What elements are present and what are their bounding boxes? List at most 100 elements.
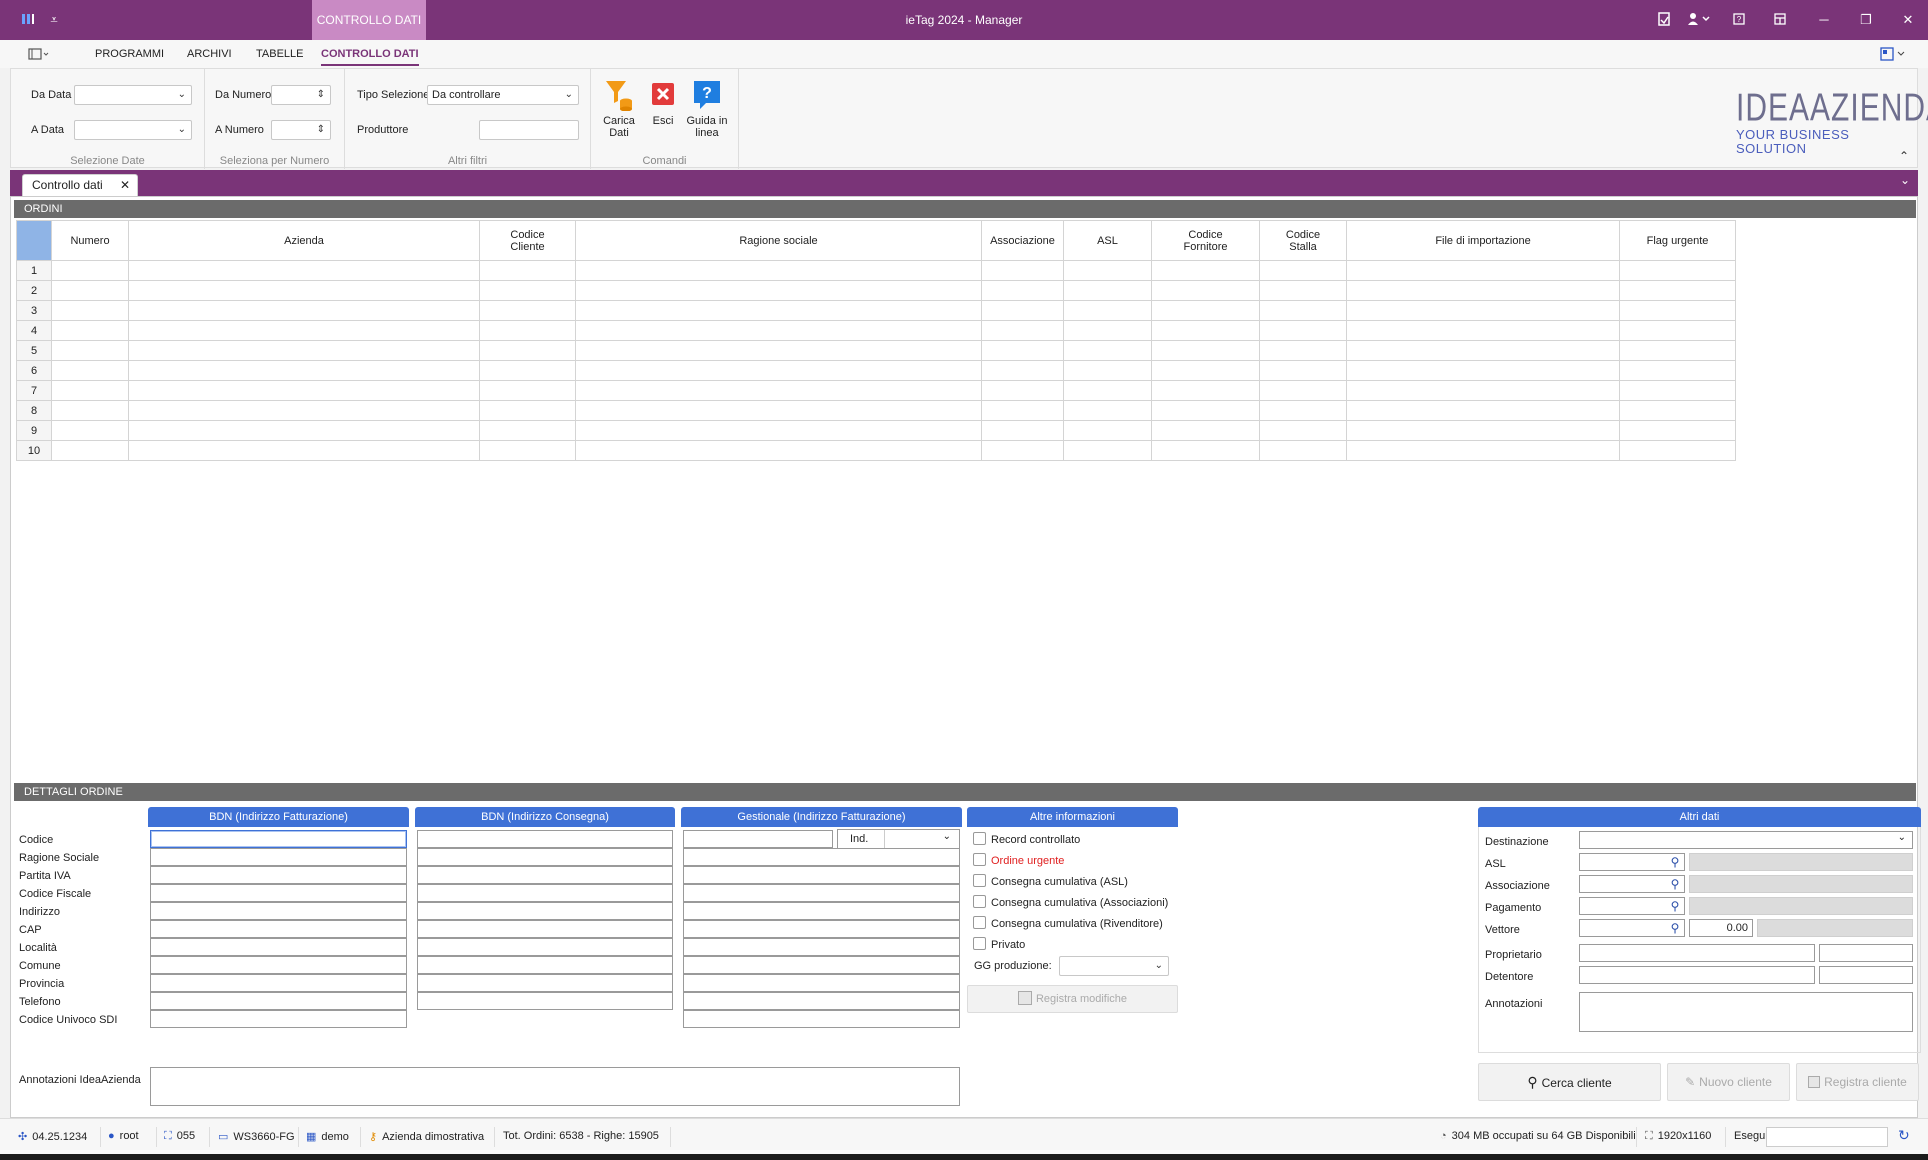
table-row[interactable]: 9 xyxy=(16,420,1736,441)
table-cell[interactable] xyxy=(575,280,982,301)
table-cell[interactable] xyxy=(51,340,129,361)
management-field[interactable] xyxy=(683,848,960,866)
table-cell[interactable] xyxy=(575,380,982,401)
table-cell[interactable] xyxy=(51,360,129,381)
table-cell[interactable] xyxy=(575,300,982,321)
table-cell[interactable] xyxy=(1346,280,1620,301)
table-cell[interactable] xyxy=(1063,280,1152,301)
table-cell[interactable] xyxy=(981,260,1064,281)
table-cell[interactable] xyxy=(128,420,480,441)
table-cell[interactable] xyxy=(1346,260,1620,281)
table-cell[interactable] xyxy=(1346,300,1620,321)
table-cell[interactable] xyxy=(981,440,1064,461)
table-cell[interactable] xyxy=(1619,360,1736,381)
table-row[interactable]: 4 xyxy=(16,320,1736,341)
table-cell[interactable] xyxy=(1619,320,1736,341)
column-header-flag-urgente[interactable]: Flag urgente xyxy=(1619,220,1736,261)
table-row[interactable]: 10 xyxy=(16,440,1736,461)
tab-controllo-dati[interactable]: Controllo dati ✕ xyxy=(22,174,138,196)
view-menu-icon[interactable] xyxy=(28,47,50,64)
document-icon[interactable] xyxy=(1656,12,1672,28)
table-cell[interactable] xyxy=(575,340,982,361)
table-row[interactable]: 8 xyxy=(16,400,1736,421)
row-number[interactable]: 1 xyxy=(16,260,52,281)
row-number[interactable]: 2 xyxy=(16,280,52,301)
from-date-combo[interactable]: ⌄ xyxy=(74,85,192,105)
management-field[interactable] xyxy=(683,938,960,956)
table-cell[interactable] xyxy=(575,360,982,381)
table-cell[interactable] xyxy=(1619,300,1736,321)
table-cell[interactable] xyxy=(51,260,129,281)
billing-field[interactable] xyxy=(150,1010,407,1028)
table-cell[interactable] xyxy=(479,260,576,281)
table-cell[interactable] xyxy=(479,320,576,341)
billing-field[interactable] xyxy=(150,974,407,992)
table-cell[interactable] xyxy=(981,280,1064,301)
table-cell[interactable] xyxy=(1151,400,1260,421)
table-row[interactable]: 2 xyxy=(16,280,1736,301)
table-cell[interactable] xyxy=(1259,400,1347,421)
table-cell[interactable] xyxy=(1619,280,1736,301)
table-cell[interactable] xyxy=(981,320,1064,341)
delivery-field[interactable] xyxy=(417,848,673,866)
billing-field[interactable] xyxy=(150,866,407,884)
table-cell[interactable] xyxy=(51,300,129,321)
table-cell[interactable] xyxy=(479,440,576,461)
run-command-input[interactable] xyxy=(1766,1127,1888,1147)
table-cell[interactable] xyxy=(51,420,129,441)
from-number-spinner[interactable]: ⇕ xyxy=(271,85,331,105)
delivery-field[interactable] xyxy=(417,866,673,884)
checkbox-consegna-asl[interactable]: Consegna cumulativa (ASL) xyxy=(973,874,1128,888)
delivery-field[interactable] xyxy=(417,902,673,920)
gg-production-combo[interactable]: ⌄ xyxy=(1059,956,1169,976)
table-cell[interactable] xyxy=(1151,420,1260,441)
table-cell[interactable] xyxy=(1151,340,1260,361)
checkbox-privato[interactable]: Privato xyxy=(973,937,1025,951)
delivery-field[interactable] xyxy=(417,830,673,848)
billing-field[interactable] xyxy=(150,992,407,1010)
table-cell[interactable] xyxy=(479,380,576,401)
table-cell[interactable] xyxy=(1259,360,1347,381)
row-number[interactable]: 7 xyxy=(16,380,52,401)
tab-list-dropdown-icon[interactable]: ⌄ xyxy=(1900,173,1910,187)
spinner-arrows-icon[interactable]: ⇕ xyxy=(317,121,325,139)
online-help-button[interactable]: ? Guida in linea xyxy=(685,79,729,139)
table-cell[interactable] xyxy=(1151,300,1260,321)
column-header-file-importazione[interactable]: File di importazione xyxy=(1346,220,1620,261)
table-row[interactable]: 5 xyxy=(16,340,1736,361)
row-number[interactable]: 5 xyxy=(16,340,52,361)
grid-corner[interactable] xyxy=(16,220,52,261)
minimize-button[interactable]: ─ xyxy=(1813,10,1835,30)
table-cell[interactable] xyxy=(981,340,1064,361)
management-field[interactable] xyxy=(683,884,960,902)
row-number[interactable]: 4 xyxy=(16,320,52,341)
column-header-asl[interactable]: ASL xyxy=(1063,220,1152,261)
table-cell[interactable] xyxy=(1259,320,1347,341)
table-cell[interactable] xyxy=(981,300,1064,321)
table-cell[interactable] xyxy=(1346,380,1620,401)
table-cell[interactable] xyxy=(51,400,129,421)
column-header-associazione[interactable]: Associazione xyxy=(981,220,1064,261)
user-menu-icon[interactable] xyxy=(1686,12,1712,28)
table-cell[interactable] xyxy=(1619,340,1736,361)
table-cell[interactable] xyxy=(1346,440,1620,461)
table-cell[interactable] xyxy=(1259,260,1347,281)
row-number[interactable]: 8 xyxy=(16,400,52,421)
selection-type-combo[interactable]: Da controllare ⌄ xyxy=(427,85,579,105)
table-row[interactable]: 7 xyxy=(16,380,1736,401)
table-cell[interactable] xyxy=(1619,420,1736,441)
table-cell[interactable] xyxy=(51,380,129,401)
refresh-icon[interactable]: ↻ xyxy=(1898,1127,1910,1144)
close-window-button[interactable]: ✕ xyxy=(1897,10,1919,30)
column-header-codice-stalla[interactable]: Codice Stalla xyxy=(1259,220,1347,261)
table-cell[interactable] xyxy=(479,360,576,381)
close-tab-icon[interactable]: ✕ xyxy=(120,175,130,195)
checkbox-consegna-associazioni[interactable]: Consegna cumulativa (Associazioni) xyxy=(973,895,1168,909)
table-cell[interactable] xyxy=(1151,320,1260,341)
management-field[interactable] xyxy=(683,956,960,974)
table-cell[interactable] xyxy=(981,360,1064,381)
table-cell[interactable] xyxy=(575,400,982,421)
table-cell[interactable] xyxy=(479,340,576,361)
collapse-ribbon-icon[interactable]: ⌃ xyxy=(1899,149,1909,163)
table-cell[interactable] xyxy=(981,380,1064,401)
